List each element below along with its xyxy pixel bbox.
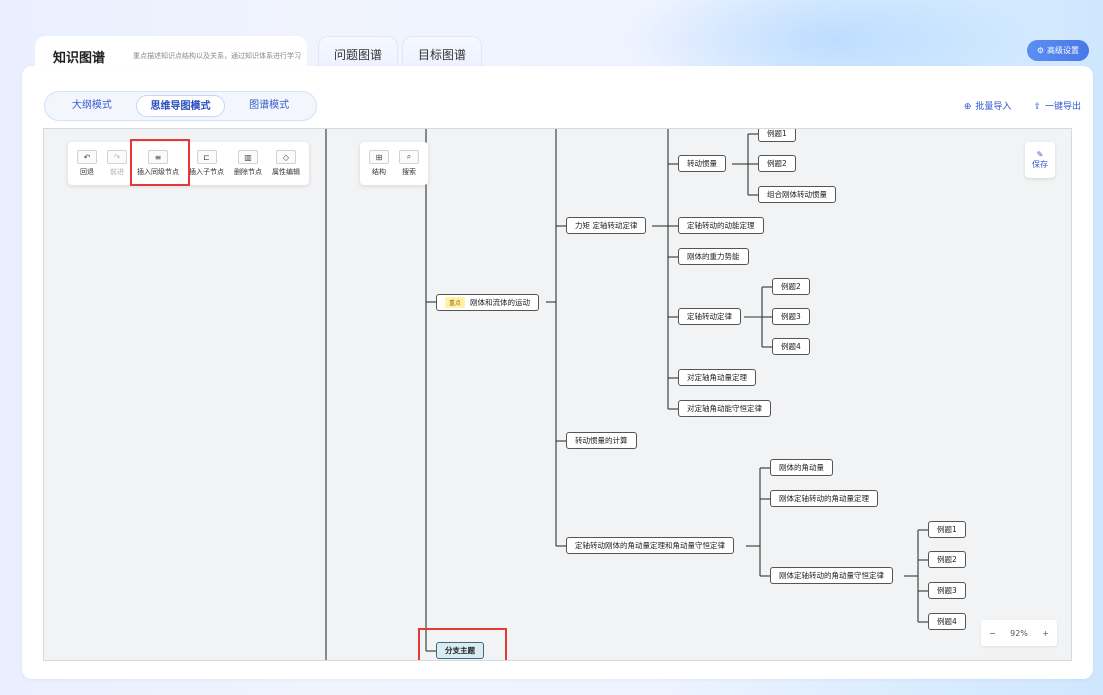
root-topic-label: 刚体和流体的运动 (470, 298, 531, 307)
export-icon: ⇪ (1033, 102, 1041, 112)
mode-switch: 大纲模式 思维导图模式 图谱模式 (44, 91, 317, 121)
node-rigid-am-theorem[interactable]: 刚体定轴转动的角动量定理 (770, 490, 878, 507)
node-law-example-3[interactable]: 例题3 (772, 308, 810, 325)
mode-outline[interactable]: 大纲模式 (48, 95, 136, 117)
structure-icon: ⊞ (369, 150, 389, 164)
node-law-example-4[interactable]: 例题4 (772, 338, 810, 355)
node-torque-law[interactable]: 力矩 定轴转动定律 (566, 217, 647, 234)
batch-import-link[interactable]: ⊕ 批量导入 (964, 99, 1012, 112)
trash-icon: ▥ (238, 150, 258, 164)
batch-import-label: 批量导入 (975, 102, 1012, 112)
zoom-in-button[interactable]: + (1042, 629, 1049, 638)
node-inertia-calculation[interactable]: 转动惯量的计算 (566, 432, 637, 449)
edit-attributes-button[interactable]: ◇ 属性编辑 (269, 148, 303, 179)
node-angular-momentum-theorem[interactable]: 对定轴角动量定理 (678, 369, 756, 386)
node-angular-energy-conservation[interactable]: 对定轴角动能守恒定律 (678, 400, 771, 417)
mode-mindmap[interactable]: 思维导图模式 (135, 95, 226, 117)
zoom-out-button[interactable]: − (989, 629, 996, 638)
advanced-settings-button[interactable]: ⚙ 高级设置 (1026, 40, 1089, 61)
node-law-example-2[interactable]: 例题2 (772, 278, 810, 295)
top-actions: ⊕ 批量导入 ⇪ 一键导出 (964, 99, 1081, 112)
delete-node-label: 删除节点 (234, 168, 262, 176)
highlight-insert-sibling (130, 139, 190, 186)
insert-child-icon: ⊏ (196, 150, 217, 164)
node-k-example-4[interactable]: 例题4 (928, 613, 966, 630)
mindmap-canvas[interactable]: 重点 刚体和流体的运动 力矩 定轴转动定律 转动惯量 例题1 例题2 组合刚体转… (43, 128, 1072, 661)
node-rotation-law[interactable]: 定轴转动定律 (678, 308, 741, 325)
redo-button[interactable]: ↷ 前进 (104, 148, 130, 179)
search-icon: ⌕ (399, 150, 419, 164)
search-button[interactable]: ⌕ 搜索 (396, 148, 422, 179)
import-icon: ⊕ (963, 102, 972, 112)
key-tag: 重点 (445, 297, 466, 308)
node-gravitational-pe[interactable]: 刚体的重力势能 (678, 248, 749, 265)
node-k-example-2[interactable]: 例题2 (928, 551, 966, 568)
node-k-example-3[interactable]: 例题3 (928, 582, 966, 599)
redo-icon: ↷ (107, 150, 127, 164)
zoom-level: 92% (1010, 628, 1028, 638)
save-label: 保存 (1032, 160, 1048, 169)
node-k-example-1[interactable]: 例题1 (928, 521, 966, 538)
export-label: 一键导出 (1044, 102, 1081, 112)
root-topic-node[interactable]: 重点 刚体和流体的运动 (436, 294, 540, 311)
insert-child-button[interactable]: ⊏ 插入子节点 (186, 148, 227, 179)
redo-label: 前进 (110, 168, 124, 176)
tab-knowledge-desc: 重点描述知识点结构以及关系，通过知识体系进行学习 (133, 52, 302, 60)
undo-label: 回退 (80, 168, 94, 176)
insert-child-label: 插入子节点 (189, 168, 224, 176)
advanced-settings-label: 高级设置 (1047, 46, 1079, 55)
export-link[interactable]: ⇪ 一键导出 (1033, 99, 1081, 112)
node-rigid-angular-momentum[interactable]: 刚体的角动量 (770, 459, 833, 476)
zoom-control: − 92% + (981, 620, 1057, 646)
tag-icon: ◇ (276, 150, 296, 164)
connector-lines (325, 129, 928, 660)
undo-icon: ↶ (77, 150, 97, 164)
node-example-1[interactable]: 例题1 (758, 129, 796, 142)
node-angular-momentum-laws[interactable]: 定轴转动刚体的角动量定理和角动量守恒定律 (566, 537, 734, 554)
highlight-branch-topic (418, 628, 507, 660)
delete-node-button[interactable]: ▥ 删除节点 (231, 148, 265, 179)
node-kinetic-energy-theorem[interactable]: 定轴转动的动能定理 (678, 217, 764, 234)
undo-button[interactable]: ↶ 回退 (74, 148, 100, 179)
node-example-2[interactable]: 例题2 (758, 155, 796, 172)
gear-icon: ⚙ (1036, 46, 1044, 55)
node-rigid-am-conservation[interactable]: 刚体定轴转动的角动量守恒定律 (770, 567, 893, 584)
pen-icon: ✎ (1036, 150, 1044, 159)
view-toolbar: ⊞ 结构 ⌕ 搜索 (360, 142, 428, 185)
search-label: 搜索 (402, 168, 416, 176)
save-button[interactable]: ✎ 保存 (1025, 142, 1055, 178)
tab-knowledge-label: 知识图谱 (53, 50, 106, 66)
structure-label: 结构 (372, 168, 386, 176)
tab-question-label: 问题图谱 (333, 48, 382, 62)
structure-button[interactable]: ⊞ 结构 (366, 148, 392, 179)
node-moment-of-inertia[interactable]: 转动惯量 (678, 155, 726, 172)
edit-attributes-label: 属性编辑 (272, 168, 300, 176)
mode-graph[interactable]: 图谱模式 (225, 95, 313, 117)
node-composite-inertia[interactable]: 组合刚体转动惯量 (758, 186, 836, 203)
tab-goal-label: 目标图谱 (417, 48, 466, 62)
